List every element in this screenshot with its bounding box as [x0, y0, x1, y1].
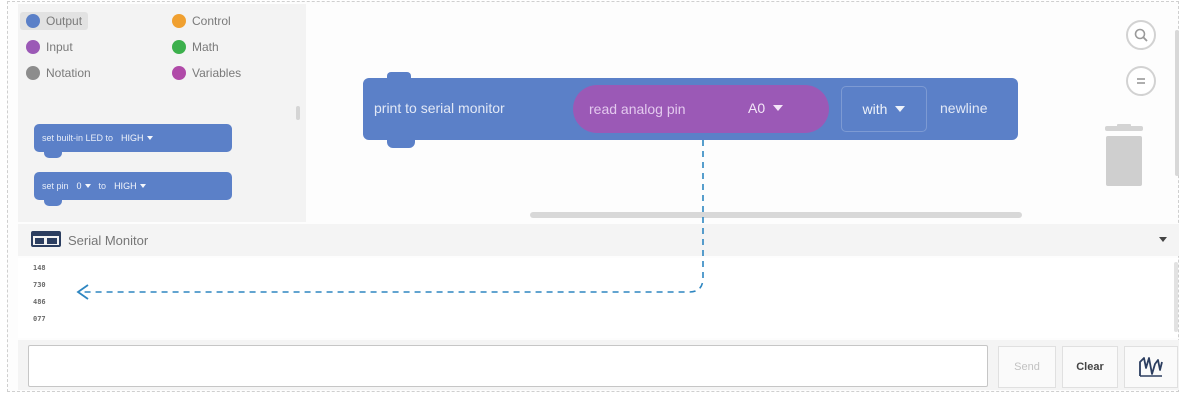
caret-down-icon — [84, 184, 91, 188]
pin-dropdown[interactable]: 0 — [77, 181, 91, 191]
recenter-button[interactable] — [1126, 66, 1156, 96]
collapse-caret-icon[interactable] — [1159, 237, 1167, 242]
serial-monitor-title: Serial Monitor — [68, 233, 149, 248]
print-label: print to serial monitor — [374, 100, 505, 116]
zoom-icon — [1134, 28, 1148, 42]
category-color-dot — [172, 40, 186, 54]
clear-button[interactable]: Clear — [1062, 346, 1118, 388]
category-color-dot — [172, 14, 186, 28]
caret-down-icon — [139, 184, 146, 188]
category-color-dot — [26, 40, 40, 54]
newline-label: newline — [940, 100, 988, 116]
serial-monitor-header — [18, 224, 1179, 256]
plotter-icon — [1139, 357, 1163, 377]
output-line: 148 — [33, 264, 46, 272]
newline-option-dropdown[interactable]: with — [841, 86, 927, 132]
output-line: 077 — [33, 315, 46, 323]
serial-monitor-icon — [31, 231, 61, 247]
block-label: set pin — [42, 181, 69, 191]
serial-output — [18, 258, 1178, 338]
category-color-dot — [26, 66, 40, 80]
output-line: 486 — [33, 298, 46, 306]
flyout-block-set-pin[interactable]: set pin 0 to HIGH — [34, 172, 232, 206]
category-label: Input — [46, 40, 73, 54]
caret-down-icon — [146, 136, 153, 140]
category-control[interactable]: Control — [166, 12, 237, 30]
output-scrollbar[interactable] — [1174, 262, 1178, 332]
category-label: Notation — [46, 66, 91, 80]
block-notch — [44, 199, 62, 206]
category-input[interactable]: Input — [20, 38, 79, 56]
trash-icon[interactable] — [1103, 124, 1145, 188]
category-variables[interactable]: Variables — [166, 64, 247, 82]
caret-down-icon — [895, 106, 906, 112]
pin-state-dropdown[interactable]: HIGH — [114, 181, 146, 191]
block-tab — [387, 72, 411, 79]
category-notation[interactable]: Notation — [20, 64, 97, 82]
block-notch — [44, 151, 62, 158]
category-math[interactable]: Math — [166, 38, 225, 56]
category-color-dot — [26, 14, 40, 28]
zoom-button[interactable] — [1126, 20, 1156, 50]
block-label-to: to — [98, 181, 107, 191]
dropdown-value: HIGH — [114, 181, 137, 191]
block-notch — [387, 139, 415, 148]
analog-pin-dropdown[interactable]: A0 — [748, 100, 784, 116]
workspace-vertical-scrollbar[interactable] — [1175, 30, 1179, 176]
output-line: 730 — [33, 281, 46, 289]
caret-down-icon — [773, 105, 784, 111]
category-output[interactable]: Output — [20, 12, 89, 30]
read-label: read analog pin — [589, 101, 686, 117]
recenter-icon — [1137, 78, 1145, 84]
category-label: Math — [192, 40, 219, 54]
dropdown-value: A0 — [748, 100, 766, 116]
category-label: Control — [192, 14, 231, 28]
block-label: set built-in LED to — [42, 133, 114, 143]
read-analog-pin-block[interactable]: read analog pin — [573, 85, 829, 133]
led-state-dropdown[interactable]: HIGH — [121, 133, 153, 143]
flyout-block-set-led[interactable]: set built-in LED to HIGH — [34, 124, 232, 158]
dropdown-value: with — [862, 101, 888, 117]
workspace-horizontal-scrollbar[interactable] — [530, 212, 1022, 218]
dropdown-value: 0 — [76, 181, 82, 191]
category-label: Variables — [192, 66, 242, 80]
send-button[interactable]: Send — [998, 346, 1056, 388]
dropdown-value: HIGH — [121, 133, 144, 143]
category-label: Output — [46, 14, 83, 28]
plotter-button[interactable] — [1124, 346, 1178, 388]
category-color-dot — [172, 66, 186, 80]
serial-input[interactable] — [28, 345, 988, 387]
toolbox-scrollbar[interactable] — [296, 106, 300, 120]
